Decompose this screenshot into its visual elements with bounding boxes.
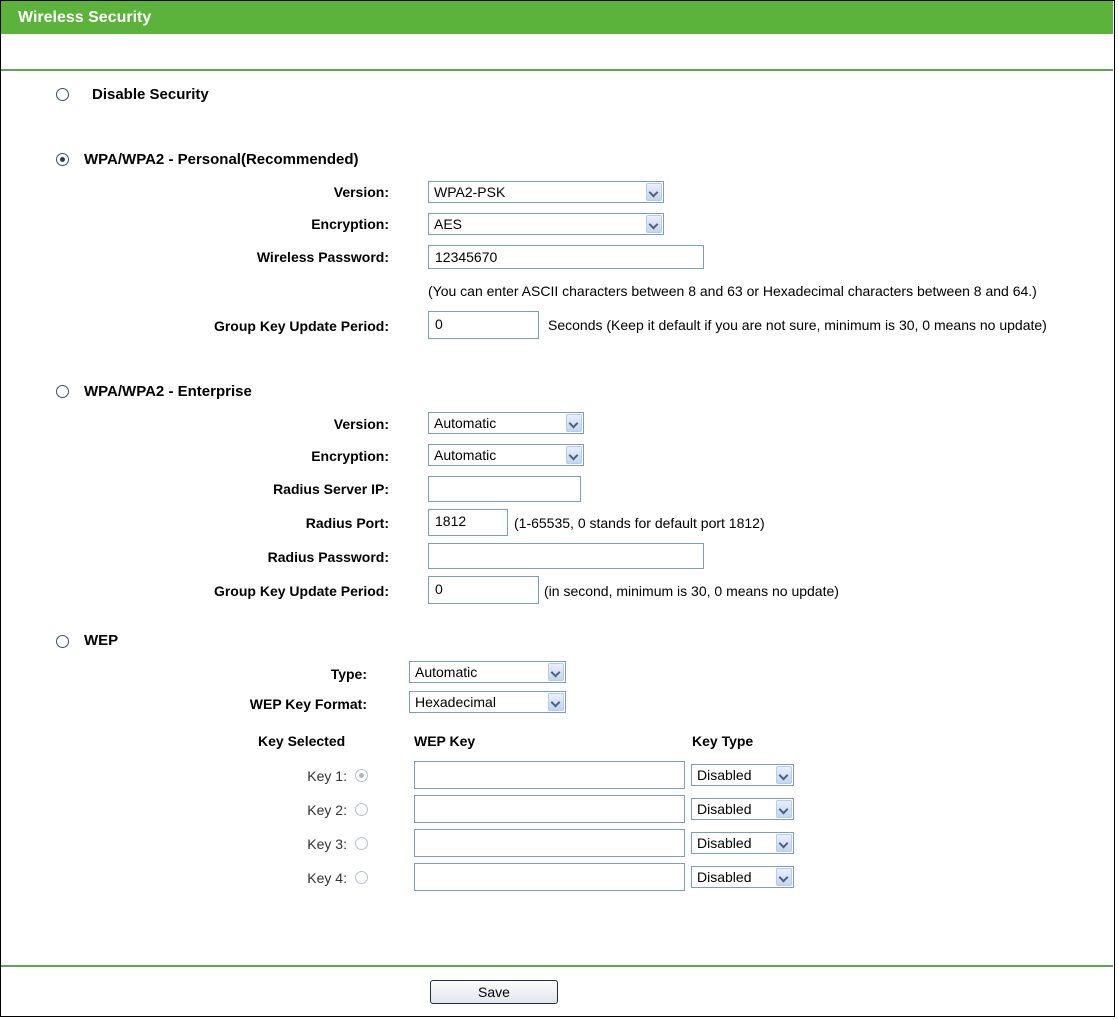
- radius-port-label: Radius Port:: [305, 515, 389, 531]
- wep-format-value: Hexadecimal: [415, 694, 496, 710]
- wep-type-value: Automatic: [415, 664, 478, 680]
- key-1-type-select[interactable]: Disabled: [691, 764, 794, 786]
- header-bar: Wireless Security: [1, 1, 1113, 34]
- key-3-radio[interactable]: [355, 837, 368, 850]
- disable-security-label: Disable Security: [92, 86, 209, 103]
- chevron-down-icon: [566, 414, 582, 432]
- radius-ip-input[interactable]: [428, 476, 581, 502]
- radius-port-input[interactable]: 1812: [428, 509, 508, 536]
- chevron-down-icon: [646, 215, 662, 233]
- key-2-type-select[interactable]: Disabled: [691, 798, 794, 820]
- enterprise-version-value: Automatic: [434, 415, 497, 431]
- key-3-type-value: Disabled: [697, 835, 752, 851]
- radius-port-hint: (1-65535, 0 stands for default port 1812…: [514, 515, 765, 531]
- wep-format-select[interactable]: Hexadecimal: [409, 691, 566, 713]
- key-2-type-value: Disabled: [697, 801, 752, 817]
- col-key-type: Key Type: [692, 733, 754, 749]
- chevron-down-icon: [776, 834, 792, 852]
- key-1-input[interactable]: [414, 761, 685, 789]
- key-1-type-value: Disabled: [697, 767, 752, 783]
- col-wep-key: WEP Key: [414, 733, 476, 749]
- wep-type-select[interactable]: Automatic: [409, 661, 566, 683]
- key-4-type-value: Disabled: [697, 869, 752, 885]
- personal-gkup-input[interactable]: 0: [428, 311, 539, 339]
- enterprise-gkup-value: 0: [435, 581, 443, 597]
- enterprise-version-label: Version:: [333, 416, 389, 432]
- radius-password-label: Radius Password:: [267, 549, 389, 565]
- personal-gkup-label: Group Key Update Period:: [213, 318, 389, 334]
- wpa-personal-radio[interactable]: [56, 153, 69, 166]
- wep-label: WEP: [84, 632, 119, 649]
- key-3-input[interactable]: [414, 829, 685, 857]
- wireless-password-value: 12345670: [435, 249, 498, 265]
- col-key-selected: Key Selected: [258, 733, 346, 749]
- key-4-input[interactable]: [414, 863, 685, 891]
- personal-version-select[interactable]: WPA2-PSK: [428, 181, 664, 203]
- personal-encryption-value: AES: [434, 216, 463, 232]
- key-4-radio[interactable]: [355, 871, 368, 884]
- enterprise-gkup-label: Group Key Update Period:: [213, 583, 389, 599]
- key-2-input[interactable]: [414, 795, 685, 823]
- disable-security-radio[interactable]: [56, 88, 69, 101]
- save-button[interactable]: Save: [430, 980, 558, 1004]
- chevron-down-icon: [566, 446, 582, 464]
- wpa-personal-label: WPA/WPA2 - Personal(Recommended): [84, 151, 359, 168]
- chevron-down-icon: [776, 800, 792, 818]
- personal-version-label: Version:: [333, 184, 389, 200]
- wireless-password-input[interactable]: 12345670: [428, 245, 704, 269]
- enterprise-gkup-hint: (in second, minimum is 30, 0 means no up…: [544, 583, 839, 599]
- wpa-enterprise-label: WPA/WPA2 - Enterprise: [84, 383, 252, 400]
- wep-format-label: WEP Key Format:: [249, 696, 367, 712]
- chevron-down-icon: [646, 183, 662, 201]
- wep-type-label: Type:: [330, 666, 367, 682]
- radius-ip-label: Radius Server IP:: [273, 481, 389, 497]
- personal-encryption-select[interactable]: AES: [428, 213, 664, 235]
- wpa-enterprise-radio[interactable]: [56, 385, 69, 398]
- key-3-label: Key 3:: [307, 836, 347, 852]
- key-1-radio[interactable]: [355, 769, 368, 782]
- top-divider: [1, 69, 1113, 71]
- key-4-label: Key 4:: [307, 870, 347, 886]
- enterprise-version-select[interactable]: Automatic: [428, 412, 584, 434]
- radius-password-input[interactable]: [428, 543, 704, 569]
- chevron-down-icon: [548, 693, 564, 711]
- personal-gkup-hint: Seconds (Keep it default if you are not …: [548, 317, 1047, 333]
- wireless-password-label: Wireless Password:: [256, 249, 389, 265]
- bottom-divider: [1, 965, 1113, 967]
- key-4-type-select[interactable]: Disabled: [691, 866, 794, 888]
- radius-port-value: 1812: [435, 513, 467, 529]
- key-3-type-select[interactable]: Disabled: [691, 832, 794, 854]
- chevron-down-icon: [776, 868, 792, 886]
- key-1-label: Key 1:: [307, 768, 347, 784]
- enterprise-encryption-select[interactable]: Automatic: [428, 444, 584, 466]
- enterprise-gkup-input[interactable]: 0: [428, 576, 539, 604]
- page-title: Wireless Security: [18, 9, 152, 26]
- enterprise-encryption-label: Encryption:: [311, 448, 389, 464]
- wep-radio[interactable]: [56, 635, 69, 648]
- personal-encryption-label: Encryption:: [311, 216, 389, 232]
- personal-version-value: WPA2-PSK: [434, 184, 506, 200]
- personal-gkup-value: 0: [435, 316, 443, 332]
- enterprise-encryption-value: Automatic: [434, 447, 497, 463]
- key-2-label: Key 2:: [307, 802, 347, 818]
- key-2-radio[interactable]: [355, 803, 368, 816]
- password-hint: (You can enter ASCII characters between …: [428, 283, 1037, 299]
- chevron-down-icon: [776, 766, 792, 784]
- chevron-down-icon: [548, 663, 564, 681]
